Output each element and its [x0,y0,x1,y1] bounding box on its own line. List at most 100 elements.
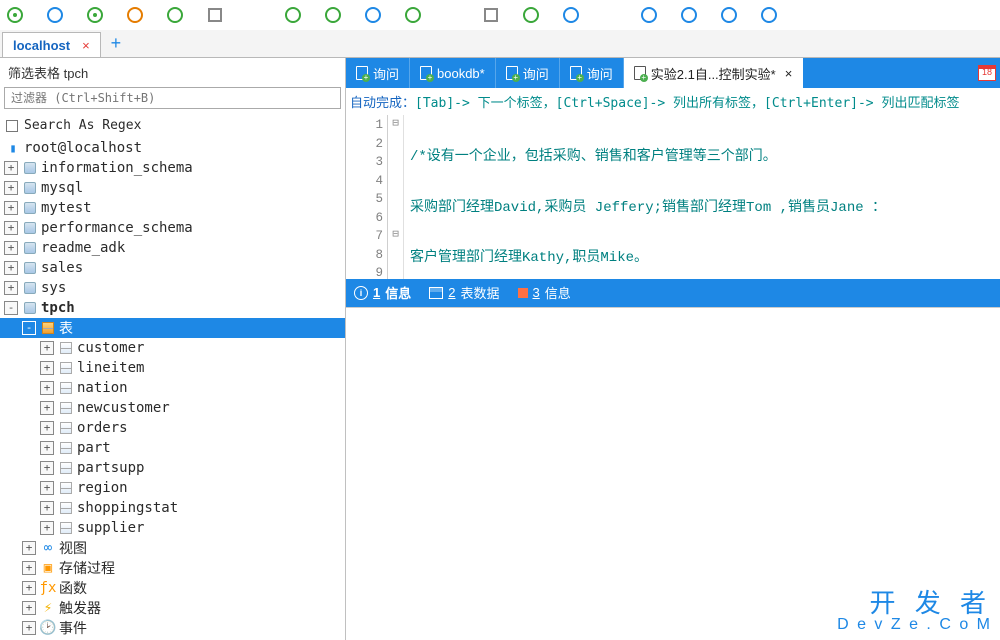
expand-icon[interactable] [40,381,54,395]
grid-icon [429,287,443,299]
expand-icon[interactable] [22,541,36,555]
table-icon [57,360,75,376]
expand-icon[interactable] [40,441,54,455]
host-tab-localhost[interactable]: localhost × [2,32,101,57]
main-toolbar [0,0,1000,30]
procs-icon: ▣ [39,560,57,576]
tree-db[interactable]: sales [0,258,345,278]
tree-db[interactable]: performance_schema [0,218,345,238]
table-icon [57,380,75,396]
tree-db[interactable]: sys [0,278,345,298]
expand-icon[interactable] [40,501,54,515]
tree-procs[interactable]: ▣存储过程 [0,558,345,578]
expand-icon[interactable] [40,521,54,535]
toolbar-icon-17[interactable] [758,4,780,26]
table-icon [57,500,75,516]
tree-triggers[interactable]: ⚡触发器 [0,598,345,618]
tree-table[interactable]: nation [0,378,345,398]
expand-icon[interactable] [22,561,36,575]
toolbar-icon-6[interactable] [204,4,226,26]
result-tab-info2[interactable]: 3 信息 [518,283,571,302]
toolbar-icon-1[interactable] [4,4,26,26]
toolbar-icon-15[interactable] [678,4,700,26]
expand-icon[interactable] [40,361,54,375]
expand-icon[interactable] [40,341,54,355]
calendar-button[interactable]: 18 [974,58,1000,88]
tree-funcs[interactable]: ƒx函数 [0,578,345,598]
toolbar-icon-14[interactable] [638,4,660,26]
close-icon[interactable]: × [82,38,90,53]
result-tab-data[interactable]: 2 表数据 [429,283,499,302]
collapse-icon[interactable] [22,321,36,335]
tree-db[interactable]: mytest [0,198,345,218]
expand-icon[interactable] [4,201,18,215]
add-connection-button[interactable]: + [103,30,130,57]
editor-tab[interactable]: +询问 [346,58,410,88]
toolbar-icon-8[interactable] [322,4,344,26]
regex-checkbox[interactable] [6,120,18,132]
toolbar-icon-16[interactable] [718,4,740,26]
toolbar-icon-11[interactable] [480,4,502,26]
tree-views[interactable]: ∞视图 [0,538,345,558]
tree-db[interactable]: mysql [0,178,345,198]
tree-tables-node[interactable]: 表 [0,318,345,338]
tree-events[interactable]: 🕑事件 [0,618,345,638]
document-icon: + [506,66,518,80]
expand-icon[interactable] [4,241,18,255]
tree-table[interactable]: orders [0,418,345,438]
tree-table[interactable]: part [0,438,345,458]
code-content[interactable]: /*设有一个企业，包括采购、销售和客户管理等三个部门。 采购部门经理David,… [404,115,1000,279]
tree-db[interactable]: readme_adk [0,238,345,258]
expand-icon[interactable] [4,161,18,175]
toolbar-icon-7[interactable] [282,4,304,26]
tree-table[interactable]: lineitem [0,358,345,378]
expand-icon[interactable] [22,601,36,615]
tree-table[interactable]: newcustomer [0,398,345,418]
expand-icon[interactable] [40,461,54,475]
tree-table[interactable]: region [0,478,345,498]
editor-tab-active[interactable]: +实验2.1自...控制实验*× [624,58,804,88]
table-icon [57,420,75,436]
events-icon: 🕑 [39,620,57,636]
toolbar-icon-9[interactable] [362,4,384,26]
funcs-icon: ƒx [39,580,57,596]
toolbar-icon-13[interactable] [560,4,582,26]
expand-icon[interactable] [40,421,54,435]
triggers-icon: ⚡ [39,600,57,616]
expand-icon[interactable] [4,281,18,295]
expand-icon[interactable] [4,261,18,275]
expand-icon[interactable] [22,581,36,595]
editor-tab[interactable]: +询问 [496,58,560,88]
tree-table[interactable]: shoppingstat [0,498,345,518]
toolbar-icon-5[interactable] [164,4,186,26]
regex-row[interactable]: Search As Regex [0,113,345,138]
expand-icon[interactable] [22,621,36,635]
expand-icon[interactable] [40,481,54,495]
toolbar-icon-4[interactable] [124,4,146,26]
expand-icon[interactable] [4,221,18,235]
toolbar-icon-2[interactable] [44,4,66,26]
toolbar-icon-10[interactable] [402,4,424,26]
tree-db-tpch[interactable]: tpch [0,298,345,318]
watermark: 开 发 者 D e v Z e . C o M [837,583,992,634]
table-icon [57,520,75,536]
toolbar-icon-12[interactable] [520,4,542,26]
toolbar-icon-3[interactable] [84,4,106,26]
tree-table[interactable]: supplier [0,518,345,538]
tree-db[interactable]: information_schema [0,158,345,178]
tree-table[interactable]: partsupp [0,458,345,478]
tree-table[interactable]: customer [0,338,345,358]
close-icon[interactable]: × [785,66,793,81]
expand-icon[interactable] [40,401,54,415]
filter-input[interactable] [4,87,341,109]
sql-editor[interactable]: 12345678910111213141516 ⊟⊟ /*设有一个企业，包括采购… [346,115,1000,279]
views-icon: ∞ [39,540,57,556]
result-tab-info[interactable]: i1 信息 [354,283,411,302]
editor-tab[interactable]: +询问 [560,58,624,88]
database-icon [21,160,39,176]
editor-tab[interactable]: +bookdb* [410,58,496,88]
expand-icon[interactable] [4,181,18,195]
collapse-icon[interactable] [4,301,18,315]
database-icon [21,180,39,196]
tree-root[interactable]: ▮ root@localhost [0,138,345,158]
